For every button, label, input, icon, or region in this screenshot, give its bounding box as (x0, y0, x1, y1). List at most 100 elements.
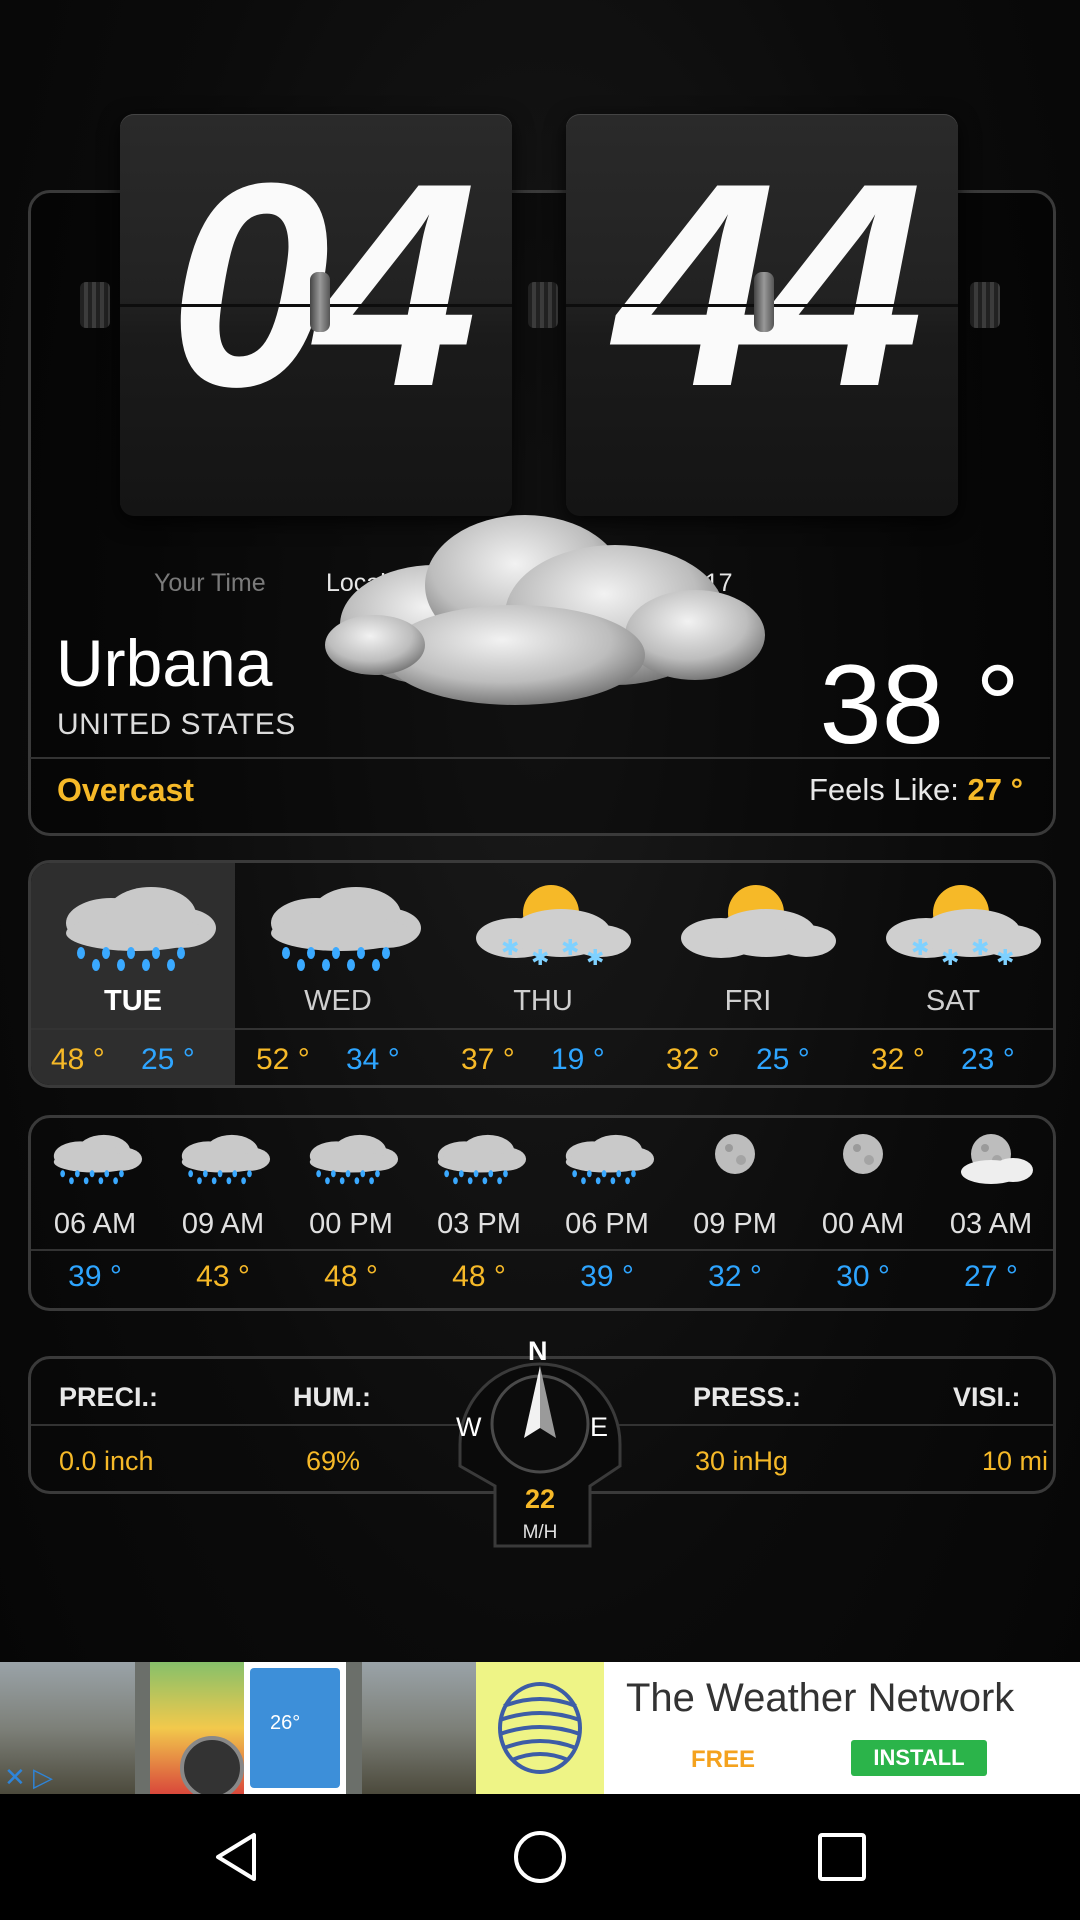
flip-axle (970, 282, 1000, 328)
ad-content[interactable]: The Weather Network FREE INSTALL (476, 1662, 1080, 1794)
day-forecast-fri[interactable]: FRI 32 ° 25 ° (646, 863, 850, 1085)
day-low: 25 ° (141, 1043, 195, 1076)
visibility-label: VISI.: (953, 1382, 1021, 1412)
hour-time: 06 PM (565, 1208, 649, 1240)
precip-value: 0.0 inch (59, 1446, 154, 1476)
svg-text:✱: ✱ (501, 936, 519, 961)
hour-time: 09 PM (693, 1208, 777, 1240)
hour-temp: 39 ° (580, 1260, 634, 1293)
hour-time: 03 AM (949, 1208, 1033, 1240)
visibility-value: 10 mi (982, 1446, 1049, 1476)
rain-cloud-icon (557, 1130, 657, 1188)
hour-temp: 39 ° (68, 1260, 122, 1293)
hour-forecast-item: 00 AM 30 ° (799, 1118, 927, 1308)
flip-ring (310, 272, 330, 332)
back-icon[interactable] (208, 1827, 268, 1887)
compass-n: N (528, 1336, 548, 1366)
day-low: 25 ° (756, 1043, 810, 1076)
hour-time: 03 PM (437, 1208, 521, 1240)
day-low: 23 ° (961, 1043, 1015, 1076)
sun-cloud-icon (666, 883, 836, 973)
daily-forecast-card: TUE 48 ° 25 ° WED 52 ° 34 ° ✱ ✱ ✱ ✱ THU 37 … (28, 860, 1056, 1088)
pressure-value: 30 inHg (695, 1446, 789, 1476)
pressure-label: PRESS.: (693, 1382, 802, 1412)
rain-cloud-icon (173, 1130, 273, 1188)
hour-temp: 43 ° (196, 1260, 250, 1293)
wind-compass: N E W 22 M/H (440, 1326, 640, 1551)
hour-forecast-item: 09 PM 32 ° (671, 1118, 799, 1308)
hour-temp: 30 ° (836, 1260, 890, 1293)
weather-network-logo-icon (476, 1662, 604, 1794)
system-nav-bar (0, 1794, 1080, 1920)
flip-axle (80, 282, 110, 328)
sun-snow-cloud-icon: ✱ ✱ ✱ ✱ (461, 883, 631, 973)
hour-forecast-item: 00 PM 48 ° (287, 1118, 415, 1308)
compass-e: E (590, 1412, 609, 1442)
moon-icon (813, 1130, 913, 1188)
day-forecast-tue[interactable]: TUE 48 ° 25 ° (31, 863, 235, 1085)
day-name: THU (513, 985, 573, 1017)
day-high: 32 ° (666, 1043, 720, 1076)
humidity-value: 69% (306, 1446, 361, 1476)
ad-free-label: FREE (691, 1746, 756, 1773)
city-name: Urbana (56, 626, 273, 700)
day-name: WED (304, 985, 372, 1017)
day-name: SAT (925, 985, 981, 1017)
current-temperature: 38 ° (819, 642, 1020, 767)
day-high: 52 ° (256, 1043, 310, 1076)
rain-cloud-icon (51, 883, 221, 973)
day-low: 34 ° (346, 1043, 400, 1076)
day-high: 37 ° (461, 1043, 515, 1076)
ad-phone-thumb: 26° (250, 1668, 340, 1788)
your-time-label[interactable]: Your Time (154, 569, 266, 598)
hour-temp: 48 ° (324, 1260, 378, 1293)
rain-cloud-icon (429, 1130, 529, 1188)
day-low: 19 ° (551, 1043, 605, 1076)
day-forecast-sat[interactable]: ✱ ✱ ✱ ✱ SAT 32 ° 23 ° (851, 863, 1053, 1085)
day-forecast-thu[interactable]: ✱ ✱ ✱ ✱ THU 37 ° 19 ° (441, 863, 645, 1085)
hour-forecast-item: 03 PM 48 ° (415, 1118, 543, 1308)
hour-forecast-item: 06 PM 39 ° (543, 1118, 671, 1308)
recents-icon[interactable] (812, 1827, 872, 1887)
humidity-label: HUM.: (293, 1382, 371, 1412)
hour-temp: 48 ° (452, 1260, 506, 1293)
overcast-cloud-icon (325, 515, 765, 705)
svg-text:✱: ✱ (996, 946, 1014, 971)
rain-cloud-icon (301, 1130, 401, 1188)
ad-banner[interactable]: 26° The Weather Network FREE INSTALL ✕ ▷ (0, 1662, 1080, 1794)
wind-speed: 22 (524, 1484, 556, 1514)
hour-forecast-item: 03 AM 27 ° (927, 1118, 1055, 1308)
condition-text: Overcast (57, 772, 194, 808)
rain-cloud-icon (45, 1130, 145, 1188)
day-high: 32 ° (871, 1043, 925, 1076)
ad-background (362, 1662, 476, 1794)
moon-cloud-icon (941, 1130, 1041, 1188)
hour-time: 09 AM (181, 1208, 265, 1240)
hour-forecast-item: 06 AM 39 ° (31, 1118, 159, 1308)
feels-like-value: 27 ° (967, 772, 1024, 807)
svg-text:✱: ✱ (941, 946, 959, 971)
svg-text:✱: ✱ (531, 946, 549, 971)
home-icon[interactable] (510, 1827, 570, 1887)
watch-icon (180, 1736, 244, 1794)
feels-like: Feels Like: 27 ° (809, 772, 1023, 808)
hour-temp: 27 ° (964, 1260, 1018, 1293)
hourly-forecast-card: 06 AM 39 ° 09 AM 43 ° 00 PM 48 ° 03 PM 4… (28, 1115, 1056, 1311)
day-name: TUE (104, 985, 162, 1017)
install-button[interactable]: INSTALL (851, 1740, 987, 1776)
ad-screenshot: 26° (150, 1662, 346, 1794)
ad-title: The Weather Network (626, 1676, 1015, 1720)
day-name: FRI (724, 985, 772, 1017)
svg-text:✱: ✱ (586, 946, 604, 971)
day-forecast-wed[interactable]: WED 52 ° 34 ° (236, 863, 440, 1085)
compass-w: W (456, 1412, 482, 1442)
sun-snow-cloud-icon: ✱ ✱ ✱ ✱ (871, 883, 1041, 973)
ad-close-icon[interactable]: ✕ ▷ (4, 1762, 53, 1793)
ad-thumb-temp: 26° (270, 1712, 301, 1734)
wind-unit: M/H (522, 1522, 558, 1543)
precip-label: PRECI.: (59, 1382, 159, 1412)
flip-axle (528, 282, 558, 328)
moon-icon (685, 1130, 785, 1188)
hour-forecast-item: 09 AM 43 ° (159, 1118, 287, 1308)
feels-like-label: Feels Like: (808, 772, 959, 807)
